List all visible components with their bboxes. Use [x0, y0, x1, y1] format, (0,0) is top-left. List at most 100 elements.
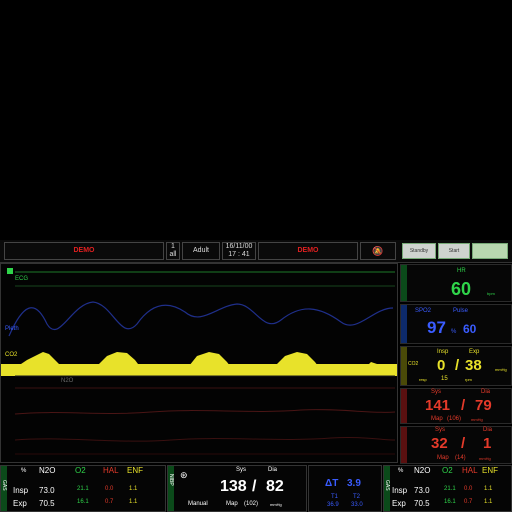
gas-right-insp-enf: 1.1 — [484, 486, 493, 492]
temp-t2-label: T2 — [353, 494, 361, 500]
co2-exp-label: Exp — [469, 349, 480, 355]
waveform-svg — [1, 268, 397, 455]
abp-slash: / — [461, 397, 466, 414]
abp-sys-value: 141 — [425, 397, 451, 414]
abp-panel[interactable]: Sys Dia 141 / 79 Map (106) mmHg — [400, 388, 512, 424]
aux-wave-label: N2O — [61, 378, 74, 384]
nibp-tab — [168, 466, 174, 511]
gas-right-col-hal: HAL — [462, 466, 478, 475]
temp-t2-value: 33.0 — [351, 502, 363, 508]
co2-wave-label: CO2 — [5, 352, 18, 358]
abp-dia-value: 79 — [475, 397, 492, 414]
temp-panel[interactable]: ΔT 3.9 T1 T2 36.9 33.0 — [308, 465, 382, 512]
nibp-sys-value: 138 — [220, 478, 247, 495]
gas-panel-right[interactable]: GAS % N2O O2 HAL ENF Insp 73.0 21.1 0.0 … — [383, 465, 512, 512]
nibp-side-label: NIBP — [168, 474, 174, 486]
nibp-timer-icon[interactable]: ⊛ — [180, 470, 188, 481]
hr-tab — [401, 265, 407, 301]
gas-left-side-label: GAS — [1, 480, 7, 491]
gas-right-exp-hal: 0.7 — [464, 499, 473, 505]
pap-dia-label: Dia — [483, 427, 493, 433]
bed-number: 1 — [171, 243, 175, 250]
gas-left-pct: % — [21, 468, 27, 474]
co2-side-label: CO2 — [408, 361, 419, 367]
standby-button[interactable]: Standby — [402, 243, 436, 259]
nibp-mode: Manual — [188, 501, 208, 507]
temp-t1-label: T1 — [331, 494, 339, 500]
monitor-bezel — [0, 0, 512, 240]
pulse-value: 60 — [463, 322, 477, 336]
gas-left-insp-n2o: 73.0 — [39, 486, 55, 495]
waveform-panel: ECG Pleth CO2 N2O — [0, 263, 398, 463]
blank-button[interactable] — [472, 243, 508, 259]
alarm-icon-cell[interactable]: 🔕 — [360, 242, 396, 260]
gas-left-col-o2: O2 — [75, 466, 86, 475]
pap-dia-value: 1 — [483, 435, 492, 452]
pap-sys-value: 32 — [431, 435, 448, 452]
gas-right-col-o2: O2 — [442, 466, 453, 475]
resp-label: resp — [419, 377, 427, 382]
pap-tab — [401, 427, 407, 463]
spo2-label: SPO2 — [415, 308, 432, 314]
gas-right-exp-enf: 1.1 — [484, 499, 493, 505]
ecg-marker-icon — [7, 268, 13, 274]
gas-left-col-hal: HAL — [103, 466, 119, 475]
gas-left-exp-n2o: 70.5 — [39, 499, 55, 508]
co2-band — [1, 364, 397, 376]
abp-dia-label: Dia — [481, 389, 491, 395]
temp-delta-value: 3.9 — [347, 478, 361, 489]
gas-right-col-enf: ENF — [482, 466, 498, 475]
date-time: 16/11/00 17 : 41 — [222, 242, 256, 260]
pleth-label: Pleth — [5, 326, 19, 332]
pap-panel[interactable]: Sys Dia 32 / 1 Map (14) mmHg — [400, 426, 512, 464]
gas-left-insp-o2: 21.1 — [77, 486, 89, 492]
co2-unit: mmHg — [495, 367, 507, 372]
hr-panel[interactable]: HR 60 bpm — [400, 264, 512, 302]
hr-unit: bpm — [487, 291, 495, 296]
spo2-panel[interactable]: SPO2 Pulse 97 % 60 — [400, 304, 512, 344]
abp-map-label: Map — [431, 416, 443, 422]
start-button[interactable]: Start — [438, 243, 470, 259]
abp-unit: mmHg — [471, 417, 483, 422]
demo-label-left: DEMO — [4, 242, 164, 260]
gas-right-insp-n2o: 73.0 — [414, 486, 430, 495]
abp-sys-label: Sys — [431, 389, 442, 395]
nibp-panel[interactable]: NIBP ⊛ Sys Dia 138 / 82 Manual Map (102)… — [167, 465, 307, 512]
pap-unit: mmHg — [479, 456, 491, 461]
gas-left-insp-label: Insp — [13, 486, 29, 495]
nibp-sys-label: Sys — [236, 467, 247, 473]
spo2-unit: % — [451, 329, 457, 335]
temp-t1-value: 36.9 — [327, 502, 339, 508]
gas-right-pct: % — [398, 468, 404, 474]
gas-right-insp-hal: 0.0 — [464, 486, 473, 492]
hr-value: 60 — [451, 279, 472, 299]
demo-label-right: DEMO — [258, 242, 358, 260]
gas-left-exp-hal: 0.7 — [105, 499, 114, 505]
co2-tab — [401, 347, 407, 385]
date: 16/11/00 — [225, 243, 253, 250]
gas-left-exp-label: Exp — [13, 499, 27, 508]
co2-panel[interactable]: CO2 Insp Exp 0 / 38 mmHg resp 15 rpm — [400, 346, 512, 386]
abp-map-value: (106) — [447, 416, 462, 422]
co2-insp-label: Insp — [437, 349, 449, 355]
resp-unit: rpm — [465, 377, 472, 382]
bed-field: 1 all — [166, 242, 180, 260]
gas-left-exp-enf: 1.1 — [129, 499, 138, 505]
hr-label: HR — [457, 268, 466, 274]
co2-slash: / — [455, 357, 460, 374]
nibp-slash: / — [252, 478, 257, 495]
alarm-bell-icon[interactable]: 🔕 — [372, 246, 383, 256]
gas-left-col-n2o: N2O — [39, 466, 56, 475]
nibp-dia-value: 82 — [266, 478, 284, 495]
pulse-label: Pulse — [453, 308, 469, 314]
nibp-unit: mmHg — [270, 502, 282, 507]
bed-all: all — [169, 251, 177, 258]
gas-panel-left[interactable]: GAS % N2O O2 HAL ENF Insp 73.0 21.1 0.0 … — [0, 465, 166, 512]
gas-left-exp-o2: 16.1 — [77, 499, 89, 505]
nibp-map-value: (102) — [244, 501, 259, 507]
patient-type[interactable]: Adult — [182, 242, 220, 260]
gas-left-col-enf: ENF — [127, 466, 143, 475]
gas-right-exp-o2: 16.1 — [444, 499, 456, 505]
time: 17 : 41 — [228, 251, 250, 258]
gas-left-insp-enf: 1.1 — [129, 486, 138, 492]
